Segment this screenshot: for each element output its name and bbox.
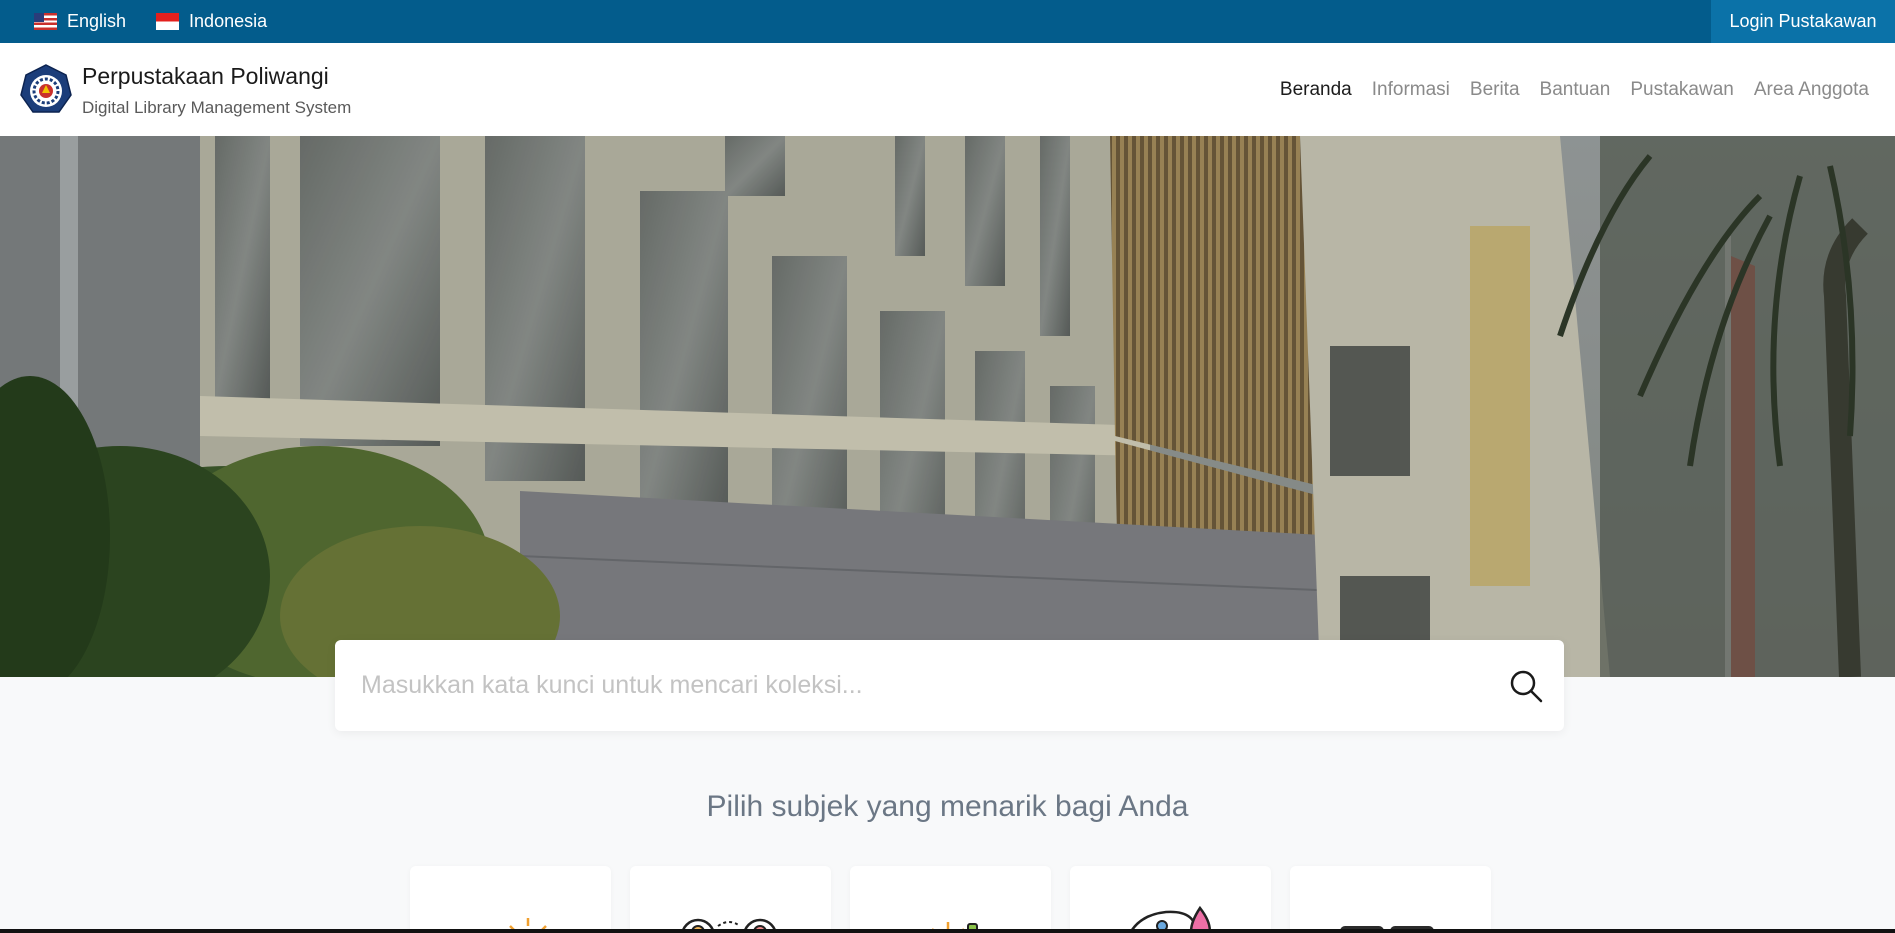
language-indonesia[interactable]: Indonesia: [156, 11, 267, 32]
primary-nav: Beranda Informasi Berita Bantuan Pustaka…: [1260, 43, 1869, 136]
poliwangi-logo-icon[interactable]: [19, 63, 73, 117]
person-idea-icon: [509, 918, 547, 933]
art-palette-icon: [1128, 905, 1211, 933]
site-subtitle: Digital Library Management System: [82, 98, 352, 117]
nav-pustakawan[interactable]: Pustakawan: [1630, 79, 1734, 101]
hero-banner: [0, 136, 1895, 677]
nav-bantuan[interactable]: Bantuan: [1540, 79, 1611, 101]
nav-informasi[interactable]: Informasi: [1372, 79, 1450, 101]
page-bottom-edge: [0, 929, 1895, 933]
nav-beranda[interactable]: Beranda: [1280, 79, 1352, 101]
subject-card[interactable]: [410, 866, 611, 933]
search-box: [335, 640, 1564, 731]
search-icon[interactable]: [1508, 668, 1544, 704]
subject-card[interactable]: [630, 866, 831, 933]
indonesia-flag-icon: [156, 13, 180, 30]
library-building-image: [0, 136, 1895, 677]
subject-heading: Pilih subjek yang menarik bagi Anda: [706, 790, 1189, 823]
people-exchange-icon: [681, 918, 777, 933]
nav-area-anggota[interactable]: Area Anggota: [1754, 79, 1869, 101]
login-librarian-button[interactable]: Login Pustakawan: [1711, 0, 1895, 43]
lightbulb-tools-icon: [931, 922, 978, 933]
us-flag-icon: [34, 13, 57, 30]
language-bar: English Indonesia Login Pustakawan: [0, 0, 1895, 43]
nav-berita[interactable]: Berita: [1470, 79, 1520, 101]
grid-blocks-icon: [1340, 926, 1434, 933]
subject-card[interactable]: [1070, 866, 1271, 933]
subject-card[interactable]: [1290, 866, 1491, 933]
language-english[interactable]: English: [34, 11, 126, 32]
search-input[interactable]: [361, 640, 1441, 731]
language-indonesia-label: Indonesia: [189, 11, 268, 31]
site-title[interactable]: Perpustakaan Poliwangi: [82, 63, 329, 90]
main-navbar: Perpustakaan Poliwangi Digital Library M…: [0, 43, 1895, 136]
language-english-label: English: [67, 11, 127, 31]
subject-card[interactable]: [850, 866, 1051, 933]
